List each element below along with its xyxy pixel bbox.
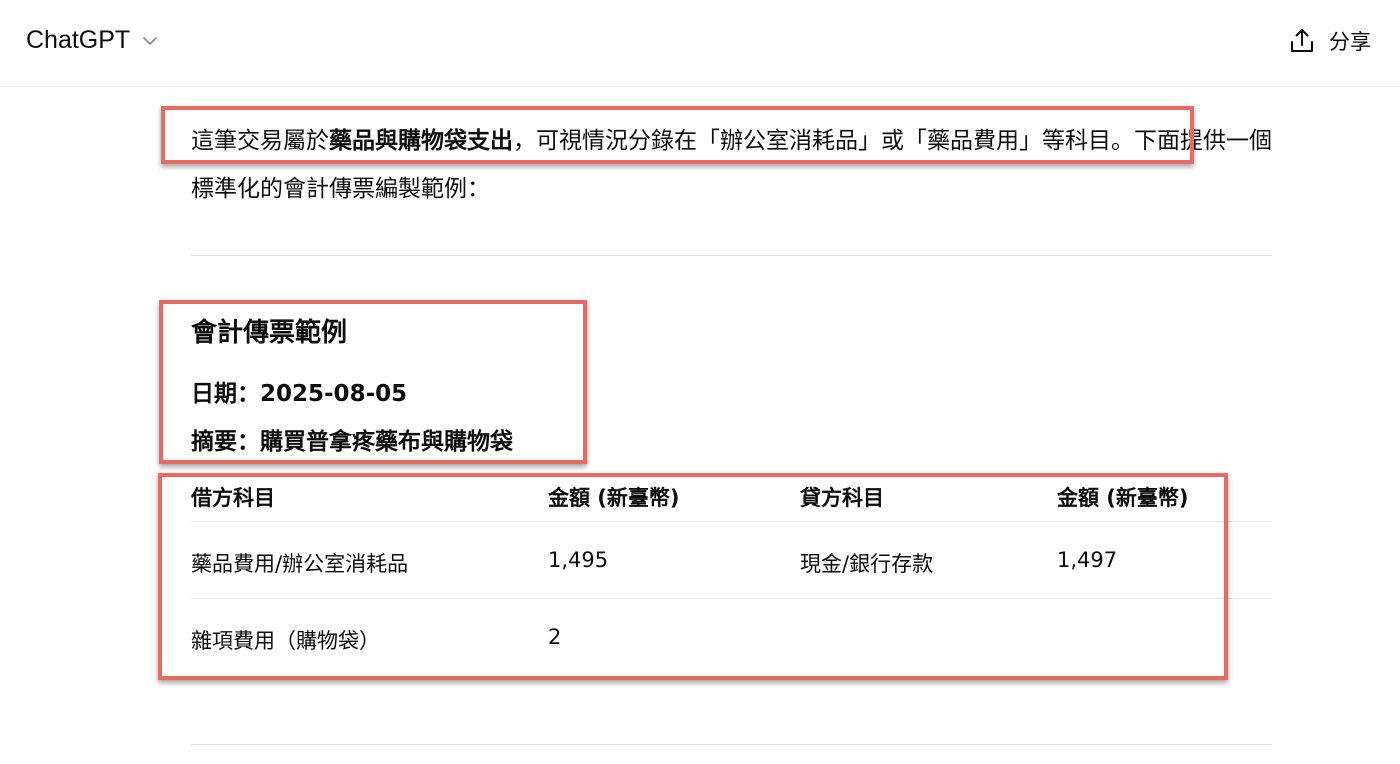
share-icon — [1291, 29, 1313, 52]
intro-paragraph: 這筆交易屬於藥品與購物袋支出，可視情況分錄在「辦公室消耗品」或「藥品費用」等科目… — [191, 117, 1272, 213]
voucher-date: 日期：2025-08-05 — [191, 381, 408, 407]
table-cell: 雜項費用（購物袋） — [191, 629, 380, 653]
divider — [191, 255, 1272, 256]
voucher-heading: 會計傳票範例 — [191, 318, 348, 348]
chevron-down-icon — [143, 36, 158, 45]
intro-text-start: 這筆交易屬於 — [191, 128, 329, 154]
table-row: 雜項費用（購物袋） 2 — [191, 599, 1272, 675]
table-header-cell: 借方科目 — [191, 486, 275, 510]
table-cell: 現金/銀行存款 — [800, 552, 934, 576]
divider — [191, 744, 1272, 745]
table-cell: 藥品費用/辦公室消耗品 — [191, 552, 409, 576]
model-selector[interactable]: ChatGPT — [26, 26, 160, 55]
table-row: 藥品費用/辦公室消耗品 1,495 現金/銀行存款 1,497 — [191, 522, 1272, 599]
model-name: ChatGPT — [26, 26, 131, 54]
table-header-cell: 金額 (新臺幣) — [548, 486, 680, 510]
voucher-summary: 摘要：購買普拿疼藥布與購物袋 — [191, 429, 513, 455]
table-header-cell: 貸方科目 — [800, 486, 884, 510]
table-cell: 1,497 — [1057, 548, 1118, 572]
table-header-row: 借方科目 金額 (新臺幣) 貸方科目 金額 (新臺幣) — [191, 470, 1272, 522]
table-header-cell: 金額 (新臺幣) — [1057, 486, 1189, 510]
table-cell: 2 — [548, 625, 562, 649]
share-label: 分享 — [1329, 30, 1371, 54]
top-bar: ChatGPT 分享 — [0, 0, 1400, 87]
voucher-table: 借方科目 金額 (新臺幣) 貸方科目 金額 (新臺幣) 藥品費用/辦公室消耗品 … — [191, 470, 1272, 675]
share-button[interactable]: 分享 — [1289, 26, 1371, 56]
table-cell: 1,495 — [548, 548, 609, 572]
intro-text-bold: 藥品與購物袋支出 — [329, 128, 513, 154]
